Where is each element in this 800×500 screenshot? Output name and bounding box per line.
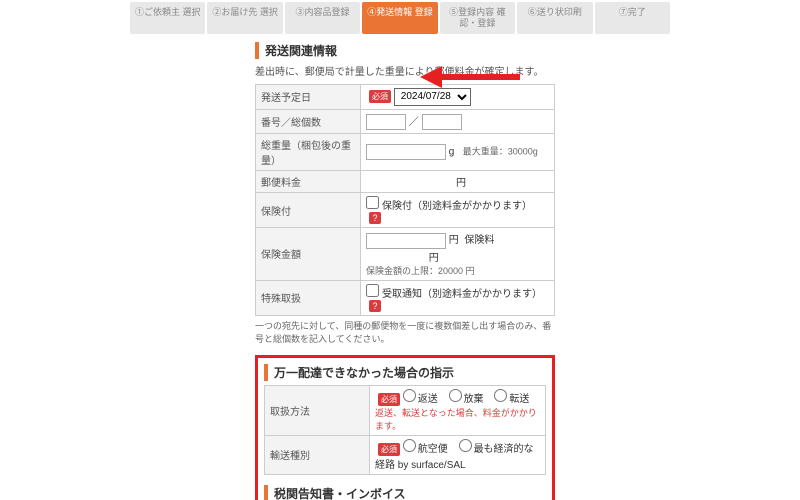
fee-unit: 円: [429, 253, 439, 264]
insured-checkbox-label[interactable]: 保険付（別途料金がかかります）: [366, 201, 532, 212]
step-4: ④発送情報 登録: [362, 2, 437, 34]
radio-return[interactable]: 返送: [403, 394, 438, 405]
help-icon[interactable]: ?: [369, 300, 381, 312]
step-3: ③内容品登録: [285, 2, 360, 34]
multi-note: 一つの宛先に対して、同種の郵便物を一度に複数個差し出す場合のみ、番号と総個数を記…: [255, 319, 555, 345]
postage-unit: 円: [456, 178, 466, 189]
special-label: 特殊取扱: [261, 294, 301, 305]
shipping-title: 発送関連情報: [255, 42, 555, 59]
step-1: ①ご依頼主 選択: [130, 2, 205, 34]
insurance-amount-input[interactable]: [366, 233, 446, 249]
number-label: 番号／総個数: [261, 118, 321, 129]
step-2: ②お届け先 選択: [207, 2, 282, 34]
section-shipping-info: 発送関連情報 差出時に、郵便局で計量した重量により郵便料金が確定します。 発送予…: [255, 42, 555, 345]
shipping-desc: 差出時に、郵便局で計量した重量により郵便料金が確定します。: [255, 63, 555, 78]
step-5: ⑤登録内容 確認・登録: [440, 2, 515, 34]
progress-steps: ①ご依頼主 選択 ②お届け先 選択 ③内容品登録 ④発送情報 登録 ⑤登録内容 …: [0, 0, 800, 42]
section-customs: 税関告知書・インボイス インボイス印刷指定 必須 規定枚数印刷する（国・地域の条…: [264, 485, 546, 500]
weight-unit: g: [449, 147, 455, 158]
number-input[interactable]: [366, 114, 406, 130]
total-input[interactable]: [422, 114, 462, 130]
required-badge: 必須: [378, 443, 400, 456]
type-label: 輸送種別: [270, 451, 310, 462]
customs-title: 税関告知書・インボイス: [264, 485, 546, 500]
receipt-checkbox-label[interactable]: 受取通知（別途料金がかかります）: [366, 289, 542, 300]
fee-label: 保険料: [464, 235, 494, 246]
insurance-amount-label: 保険金額: [261, 250, 301, 261]
weight-label: 総重量（梱包後の重量）: [261, 141, 351, 167]
amount-limit: 保険金額の上限：20000 円: [366, 264, 549, 277]
insured-label: 保険付: [261, 207, 291, 218]
step-6: ⑥送り状印刷: [517, 2, 592, 34]
insured-checkbox[interactable]: [366, 196, 379, 209]
method-label: 取扱方法: [270, 407, 310, 418]
weight-input[interactable]: [366, 144, 446, 160]
slash: ／: [409, 117, 419, 128]
amount-unit: 円: [449, 235, 459, 246]
weight-max: 最大重量：30000g: [463, 147, 538, 157]
help-icon[interactable]: ?: [369, 212, 381, 224]
section-undelivered: 万一配達できなかった場合の指示 取扱方法 必須 返送 放棄 転送 返送、転送とな…: [264, 364, 546, 475]
radio-forward[interactable]: 転送: [494, 394, 529, 405]
required-badge: 必須: [378, 393, 400, 406]
required-badge: 必須: [369, 90, 391, 103]
receipt-checkbox[interactable]: [366, 284, 379, 297]
radio-abandon[interactable]: 放棄: [449, 394, 484, 405]
step-7: ⑦完了: [595, 2, 670, 34]
ship-date-select[interactable]: 2024/07/28: [394, 88, 471, 106]
radio-air[interactable]: 航空便: [403, 444, 448, 455]
ship-date-label: 発送予定日: [261, 93, 311, 104]
undelivered-title: 万一配達できなかった場合の指示: [264, 364, 546, 381]
method-note: 返送、転送となった場合、料金がかかります。: [375, 406, 540, 432]
highlight-box: 万一配達できなかった場合の指示 取扱方法 必須 返送 放棄 転送 返送、転送とな…: [255, 355, 555, 500]
postage-label: 郵便料金: [261, 178, 301, 189]
